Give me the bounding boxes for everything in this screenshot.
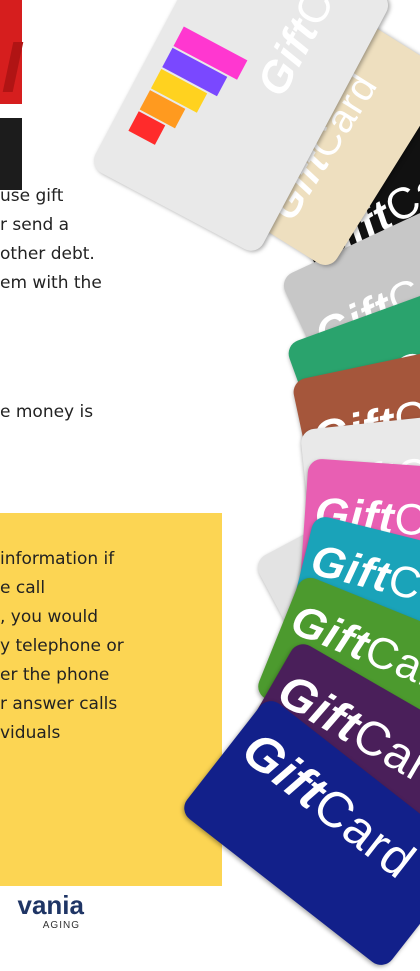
organization-logo[interactable]: vania AGING (0, 888, 92, 940)
tip-line: e call (0, 578, 46, 598)
gift-card-label: GiftCard (313, 488, 420, 551)
gift-card-label: GiftCard (307, 141, 420, 274)
gift-card: GiftCard (283, 514, 420, 696)
gift-card: GiftCard (290, 333, 420, 509)
article-money-line: e money is (0, 398, 200, 427)
gift-card: GiftCard (299, 458, 420, 604)
gift-card-label: GiftCard (306, 535, 420, 627)
gift-card: GiftCard (254, 573, 420, 781)
gift-card: GiftCard (274, 79, 420, 307)
heading-accent-dark (0, 118, 22, 190)
tip-line: viduals (0, 723, 61, 743)
gift-card: GiftCard (202, 0, 420, 271)
article-body: use gift r send a other debt. em with th… (0, 182, 200, 298)
body-line: em with the (0, 273, 102, 293)
gift-card-label: GiftCard (232, 720, 420, 890)
gift-card-label: GiftCard (307, 240, 420, 361)
logo-text: vania (17, 890, 85, 920)
tip-text: information if e call , you would y tele… (0, 545, 214, 748)
gift-card (252, 453, 420, 677)
gift-card-label: GiftCard (315, 442, 420, 510)
body-line: use gift (0, 186, 64, 206)
tip-line: r answer calls (0, 694, 118, 714)
body-line: r send a (0, 215, 70, 235)
gift-card-label: GiftCard (308, 374, 420, 465)
gift-card-label: GiftCard (308, 316, 420, 430)
tip-line: y telephone or (0, 636, 124, 656)
gift-card-label: GiftCard (268, 664, 420, 808)
body-line: other debt. (0, 244, 95, 264)
gift-card: GiftCard (299, 406, 420, 560)
gift-card-label: GiftCard (284, 595, 420, 708)
gift-card-label: GiftCard (262, 65, 387, 228)
tip-line: er the phone (0, 665, 110, 685)
heading-accent-red (0, 0, 24, 104)
gift-card-label: GiftCard (247, 0, 375, 104)
tip-line: information if (0, 549, 115, 569)
gift-card: GiftCard (230, 639, 420, 877)
body-line: e money is (0, 402, 94, 422)
exclamation-mark-fragment (2, 42, 24, 92)
gift-card: GiftCard (284, 266, 420, 468)
gift-card: GiftCard (279, 181, 420, 397)
tip-line: , you would (0, 607, 99, 627)
logo-subtitle: AGING (42, 920, 80, 931)
